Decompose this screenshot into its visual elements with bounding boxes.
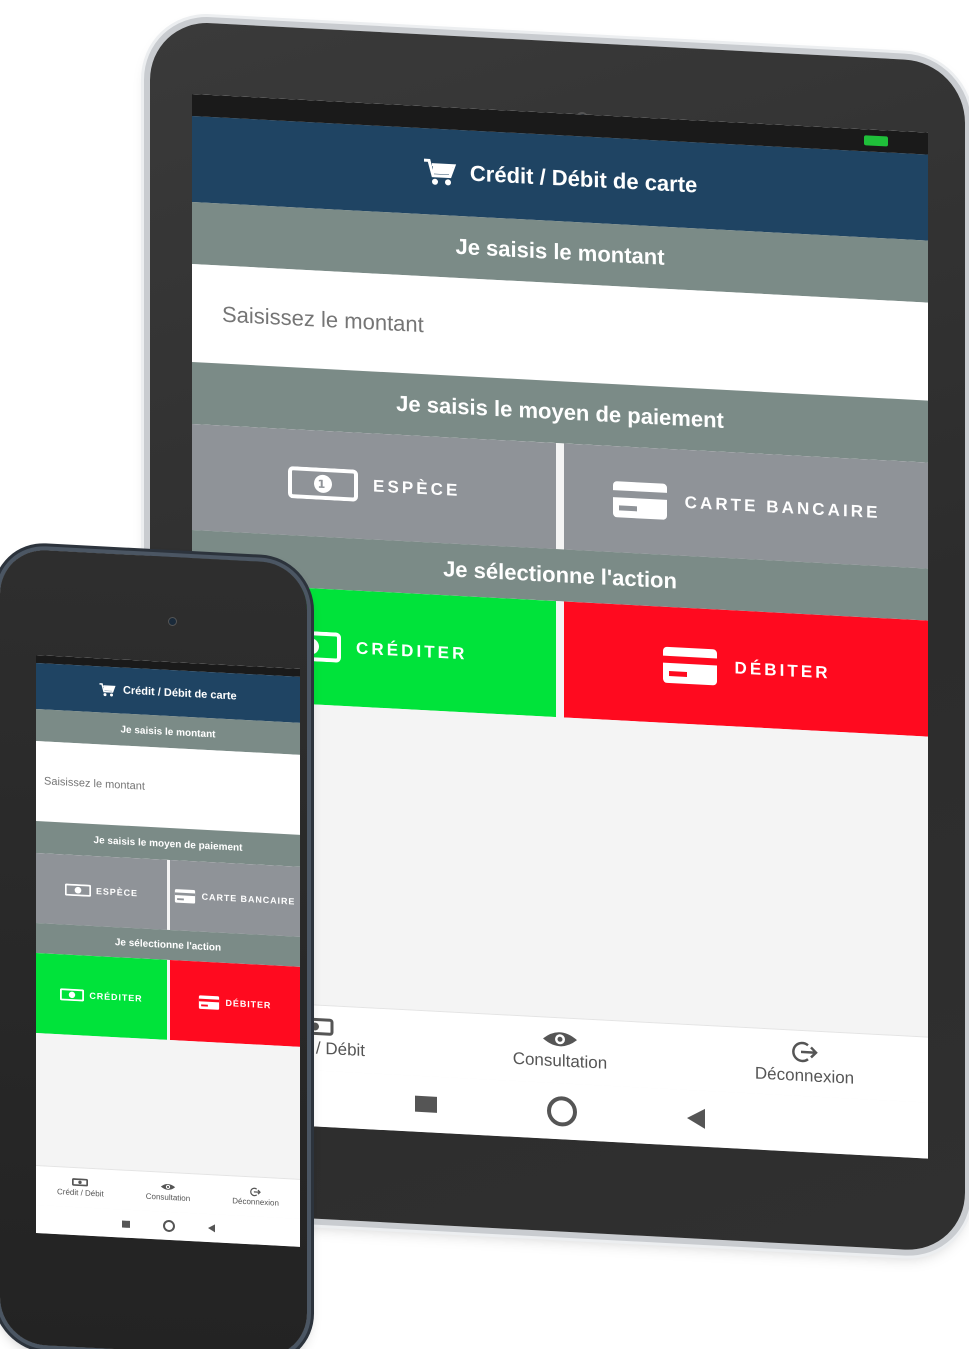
credit-button[interactable]: CRÉDITER: [36, 953, 167, 1040]
cash-icon: [59, 988, 84, 1002]
debit-label: DÉBITER: [225, 997, 272, 1011]
phone-camera: [168, 617, 177, 626]
nav-item-consultation[interactable]: Consultation: [146, 1182, 190, 1203]
back-button[interactable]: [207, 1223, 215, 1233]
phone-screen: Crédit / Débit de carte Je saisis le mon…: [36, 655, 300, 1247]
amount-input[interactable]: [36, 741, 300, 835]
cart-icon: [99, 682, 116, 697]
nav-item-logout[interactable]: Déconnexion: [232, 1186, 279, 1208]
credit-card-icon: [198, 994, 220, 1010]
page-title: Crédit / Débit de carte: [122, 684, 237, 703]
eye-icon: [160, 1183, 176, 1192]
nav-item-credit-debit[interactable]: Crédit / Débit: [57, 1178, 104, 1199]
nav-label: Crédit / Débit: [57, 1186, 104, 1199]
cash-icon: [64, 883, 91, 897]
credit-card-icon: [174, 888, 196, 904]
recents-button[interactable]: [121, 1219, 130, 1228]
logout-icon: [250, 1187, 261, 1197]
debit-button[interactable]: DÉBITER: [169, 959, 300, 1047]
content-spacer: [36, 1033, 300, 1179]
nav-label: Déconnexion: [232, 1196, 279, 1208]
card-button[interactable]: CARTE BANCAIRE: [169, 859, 300, 937]
credit-label: CRÉDITER: [89, 990, 143, 1004]
app-root: Crédit / Débit de carte Je saisis le mon…: [36, 655, 300, 1247]
cash-button[interactable]: ESPÈCE: [36, 853, 167, 930]
phone-device: Crédit / Débit de carte Je saisis le mon…: [0, 0, 969, 1349]
cash-icon: [72, 1178, 89, 1187]
home-button[interactable]: [162, 1219, 175, 1233]
card-label: CARTE BANCAIRE: [201, 891, 296, 907]
cash-label: ESPÈCE: [95, 886, 138, 899]
nav-label: Consultation: [145, 1191, 191, 1203]
actions: CRÉDITER DÉBITER: [36, 953, 300, 1047]
